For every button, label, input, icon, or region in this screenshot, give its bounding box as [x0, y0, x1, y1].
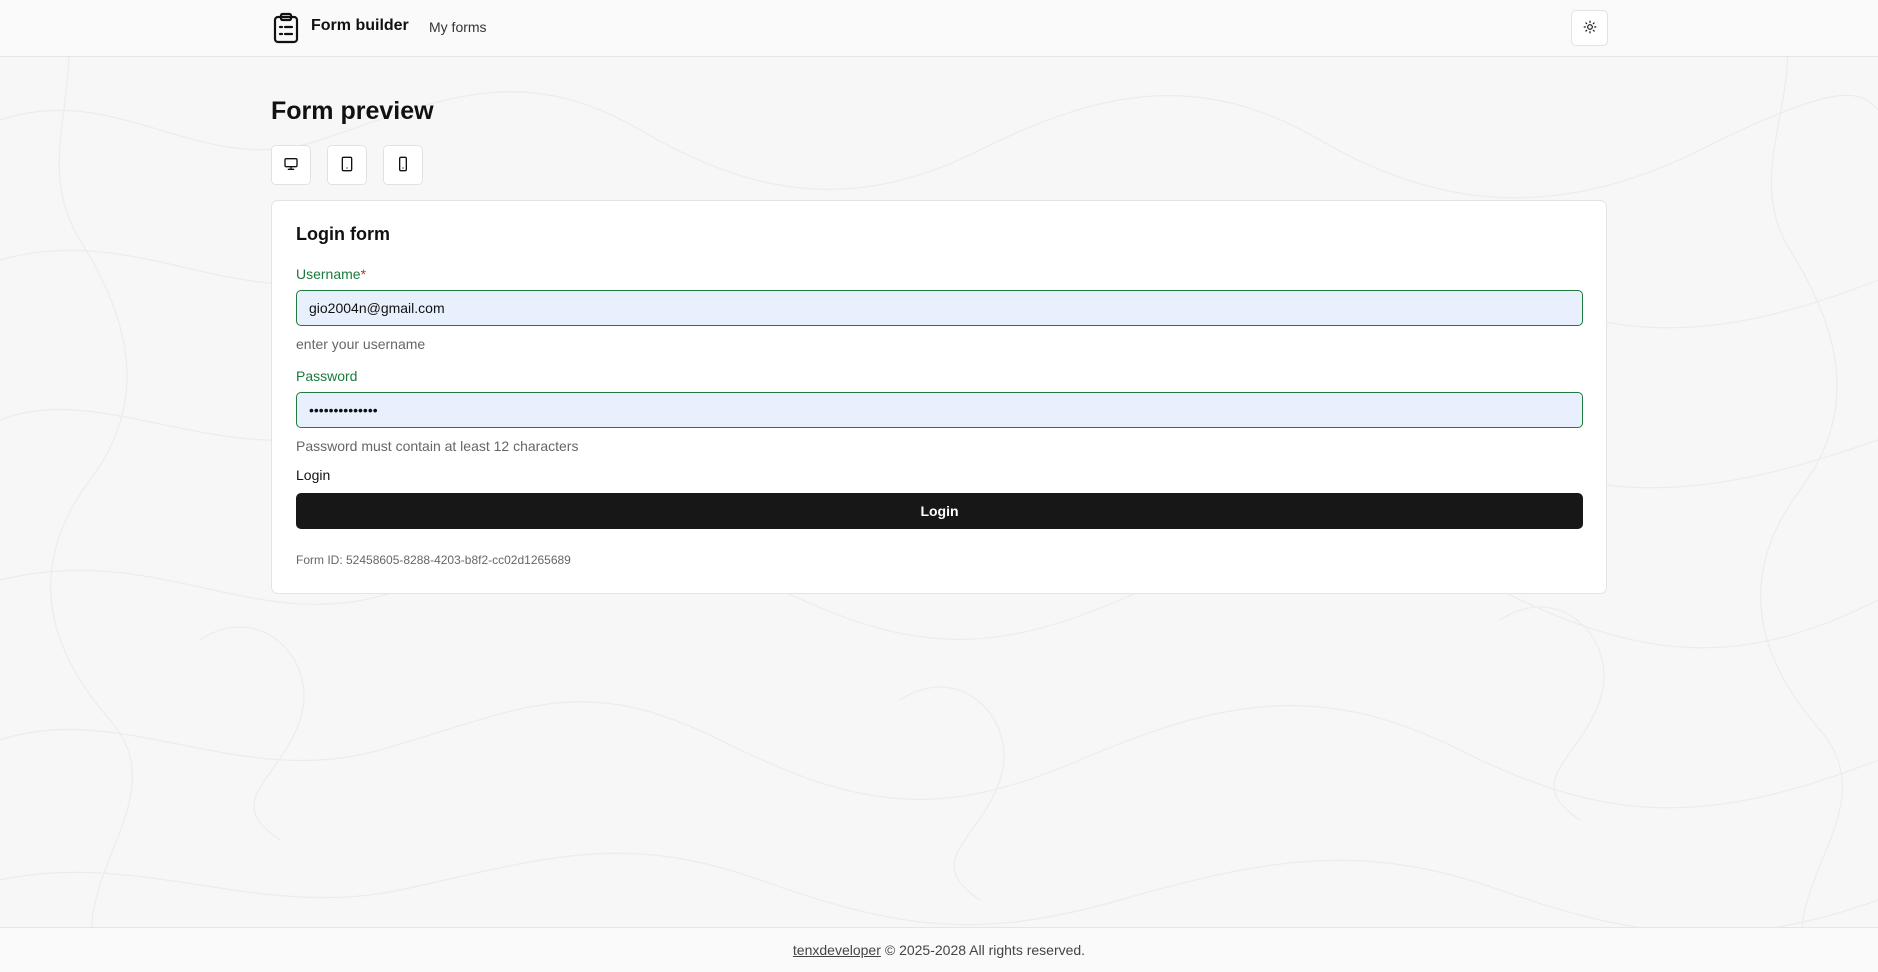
footer-copyright: © 2025-2028 All rights reserved.	[884, 942, 1086, 958]
top-navbar: Form builder My forms	[0, 0, 1878, 57]
monitor-icon	[283, 156, 299, 175]
mobile-preview-button[interactable]	[383, 145, 423, 185]
username-hint: enter your username	[296, 336, 426, 352]
username-label-text: Username	[296, 266, 361, 282]
main-content: Form preview Login form Username* gio200…	[0, 57, 1878, 927]
desktop-preview-button[interactable]	[271, 145, 311, 185]
tablet-icon	[339, 156, 355, 175]
username-label: Username*	[296, 266, 366, 282]
clipboard-list-icon[interactable]	[272, 12, 300, 44]
form-title: Login form	[296, 224, 390, 244]
theme-toggle-button[interactable]	[1571, 10, 1608, 46]
form-preview-card: Login form Username* enter your username…	[271, 200, 1607, 594]
smartphone-icon	[395, 156, 411, 175]
nav-my-forms-link[interactable]: My forms	[429, 19, 487, 35]
password-hint: Password must contain at least 12 charac…	[296, 438, 579, 454]
required-asterisk: *	[360, 266, 367, 282]
form-id-text: Form ID: 52458605-8288-4203-b8f2-cc02d12…	[296, 553, 571, 567]
sun-icon	[1583, 20, 1597, 37]
submit-field-label: Login	[296, 467, 331, 483]
login-button[interactable]: Login	[296, 493, 1583, 529]
footer: tenxdeveloper © 2025-2028 All rights res…	[0, 927, 1878, 972]
password-label: Password	[296, 368, 358, 384]
footer-author-link[interactable]: tenxdeveloper	[793, 942, 881, 958]
tablet-preview-button[interactable]	[327, 145, 367, 185]
page-title: Form preview	[271, 97, 434, 125]
brand-title[interactable]: Form builder	[311, 17, 409, 35]
password-input[interactable]	[296, 392, 1583, 428]
username-input[interactable]	[296, 290, 1583, 326]
